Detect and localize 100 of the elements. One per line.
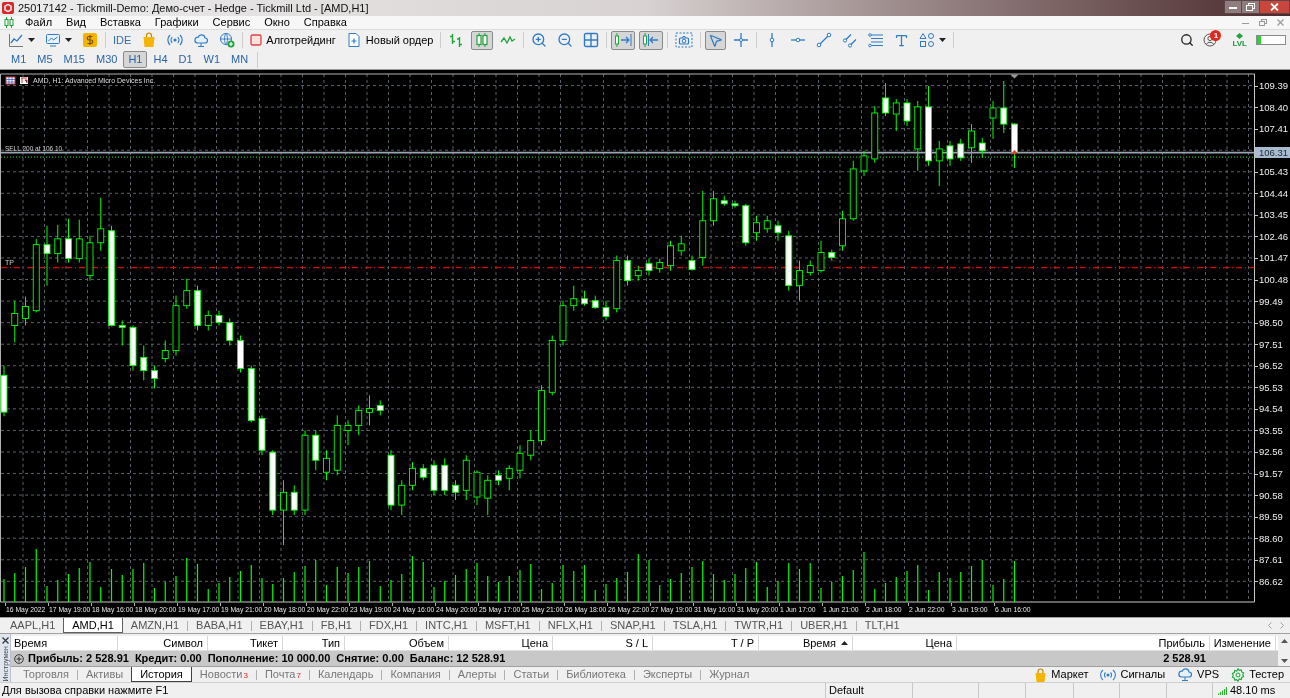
restore-button[interactable] bbox=[1242, 0, 1260, 14]
search-button[interactable] bbox=[1180, 33, 1195, 47]
timeframe-button[interactable]: M1 bbox=[6, 51, 32, 68]
panel-tab[interactable]: Календарь bbox=[309, 667, 382, 682]
column-header[interactable]: Изменение bbox=[1210, 636, 1276, 650]
bullish-candle bbox=[398, 479, 406, 516]
panel-tab[interactable]: Торговля bbox=[15, 667, 77, 682]
service-button[interactable]: Сигналы bbox=[1100, 668, 1166, 681]
sort-ascending-icon bbox=[841, 641, 848, 645]
chart-shift-button[interactable] bbox=[639, 30, 664, 50]
bullish-candle bbox=[505, 464, 513, 491]
chart-tab[interactable]: AMZN,H1 bbox=[122, 618, 188, 633]
panel-tab[interactable]: Компания bbox=[382, 667, 449, 682]
panel-tab[interactable]: Эксперты bbox=[634, 667, 701, 682]
bearish-candle bbox=[140, 345, 148, 381]
panel-tab[interactable]: Статьи bbox=[505, 667, 558, 682]
service-button[interactable]: Тестер bbox=[1231, 667, 1284, 682]
chart-tab[interactable]: FDX,H1 bbox=[361, 618, 417, 633]
chart-tab[interactable]: SNAP,H1 bbox=[602, 618, 664, 633]
summary-text: Пополнение: 10 000.00 bbox=[207, 653, 331, 664]
panel-tab[interactable]: Алерты bbox=[449, 667, 505, 682]
cursor-button[interactable] bbox=[705, 30, 727, 50]
scrollbar[interactable] bbox=[1278, 636, 1290, 666]
shift-marker-icon bbox=[1010, 74, 1019, 79]
chart-tab[interactable]: FB,H1 bbox=[312, 618, 360, 633]
timeframe-button[interactable]: H1 bbox=[123, 51, 148, 68]
chart-tab[interactable]: AMD,H1 bbox=[63, 618, 123, 633]
ide-button[interactable]: IDE bbox=[110, 30, 135, 50]
bearish-candle bbox=[581, 290, 588, 307]
menu-item[interactable]: Графики bbox=[147, 17, 206, 28]
bullish-candle bbox=[527, 429, 535, 461]
panel-tab[interactable]: Журнал bbox=[701, 667, 758, 682]
timeframe-button[interactable]: M5 bbox=[32, 51, 58, 68]
menu-item[interactable]: Вставка bbox=[92, 17, 148, 28]
column-header[interactable]: Время bbox=[759, 636, 853, 650]
timeframe-button[interactable]: W1 bbox=[198, 51, 226, 68]
timeframe-button[interactable]: H4 bbox=[148, 51, 173, 68]
auto-scroll-button[interactable] bbox=[611, 30, 636, 50]
notifications-button[interactable]: 1 bbox=[1203, 32, 1224, 48]
menu-item[interactable]: Справка bbox=[296, 17, 354, 28]
chart-tab[interactable]: AAPL,H1 bbox=[2, 618, 64, 633]
bearish-candle bbox=[946, 140, 954, 167]
y-tick-label: 96.52 bbox=[1259, 360, 1283, 372]
algo-trading-button[interactable]: Алготрейдинг bbox=[247, 30, 339, 50]
timeframe-button[interactable]: D1 bbox=[173, 51, 198, 68]
column-header[interactable]: T / P bbox=[653, 636, 759, 650]
bullish-candle bbox=[280, 479, 287, 546]
timeframe-button[interactable]: MN bbox=[226, 51, 254, 68]
bullish-candle bbox=[871, 105, 879, 164]
chart-tab[interactable]: NFLX,H1 bbox=[539, 618, 601, 633]
bearish-candle bbox=[430, 459, 438, 496]
bullish-candle bbox=[634, 265, 642, 282]
y-tick-label: 97.51 bbox=[1259, 338, 1283, 350]
chart-tab[interactable]: BABA,H1 bbox=[188, 618, 251, 633]
panel-tab[interactable]: Новости 3 bbox=[191, 667, 256, 682]
bullish-candle bbox=[409, 461, 416, 491]
y-tick-label: 93.55 bbox=[1259, 424, 1283, 436]
column-header[interactable]: Прибыль bbox=[957, 636, 1210, 650]
column-header[interactable]: Тип bbox=[283, 636, 345, 650]
new-order-button[interactable]: Новый ордер bbox=[342, 30, 437, 50]
service-button[interactable]: Маркет bbox=[1034, 667, 1089, 682]
panel-tab[interactable]: Почта7 bbox=[256, 667, 309, 682]
chevron-right-icon bbox=[1280, 622, 1284, 629]
bearish-candle bbox=[957, 138, 965, 162]
chart-tab[interactable]: MSFT,H1 bbox=[476, 618, 539, 633]
chart-tab[interactable]: TSLA,H1 bbox=[664, 618, 726, 633]
menu-item[interactable]: Сервис bbox=[205, 17, 258, 28]
menu-item[interactable]: Окно bbox=[257, 17, 297, 28]
stick-chart-button[interactable] bbox=[471, 30, 494, 50]
chart-tab[interactable]: TLT,H1 bbox=[856, 618, 908, 633]
horizontal-levels-icon bbox=[868, 32, 885, 48]
chart-tab[interactable]: EBAY,H1 bbox=[251, 618, 312, 633]
column-header[interactable]: S / L bbox=[553, 636, 653, 650]
column-header[interactable]: Цена bbox=[853, 636, 957, 650]
y-tick-label: 92.56 bbox=[1259, 446, 1283, 458]
panel-tab[interactable]: История bbox=[131, 667, 192, 682]
column-header[interactable]: Тикет bbox=[208, 636, 283, 650]
chart-tab[interactable]: UBER,H1 bbox=[792, 618, 856, 633]
close-button[interactable] bbox=[1260, 0, 1290, 14]
timeframe-button[interactable]: M30 bbox=[90, 51, 123, 68]
timeframe-button[interactable]: M15 bbox=[58, 51, 90, 68]
radio-waves-icon bbox=[1100, 668, 1117, 681]
column-header[interactable]: Символ bbox=[118, 636, 208, 650]
bearish-candle bbox=[419, 463, 427, 481]
menu-item[interactable]: Вид bbox=[59, 17, 93, 28]
panel-tab[interactable]: Активы bbox=[77, 667, 132, 682]
service-button[interactable]: VPS bbox=[1177, 667, 1220, 682]
column-header[interactable]: Время bbox=[11, 636, 118, 650]
y-tick-label: 103.45 bbox=[1259, 209, 1289, 221]
panel-tab[interactable]: Библиотека bbox=[558, 667, 634, 682]
restore-icon bbox=[1246, 3, 1255, 11]
chart-tab[interactable]: INTC,H1 bbox=[417, 618, 476, 633]
minimize-icon bbox=[1229, 5, 1237, 9]
chart-tab[interactable]: TWTR,H1 bbox=[726, 618, 792, 633]
column-header[interactable]: Объем bbox=[345, 636, 449, 650]
close-panel-button[interactable] bbox=[1, 637, 9, 644]
minimize-button[interactable] bbox=[1224, 0, 1242, 14]
column-header[interactable]: Цена bbox=[449, 636, 553, 650]
current-price-label: 106.31 bbox=[1255, 147, 1290, 159]
menu-item[interactable]: Файл bbox=[18, 17, 60, 28]
